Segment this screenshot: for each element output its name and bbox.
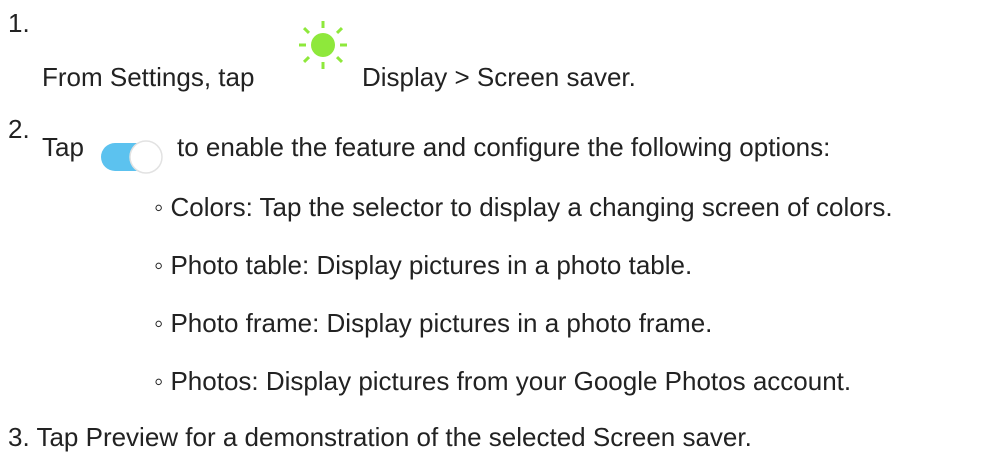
option-colors: ◦ Colors: Tap the selector to display a … — [154, 192, 893, 222]
bullet: ◦ — [154, 192, 164, 222]
option-text: Colors: Tap the selector to display a ch… — [170, 192, 893, 222]
option-photos: ◦ Photos: Display pictures from your Goo… — [154, 366, 851, 396]
option-text: Photo frame: Display pictures in a photo… — [170, 308, 713, 338]
step-3-text: Tap Preview for a demonstration of the s… — [36, 422, 752, 452]
display-sun-icon — [283, 21, 363, 81]
step-2-prefix: Tap — [42, 132, 84, 162]
step-1-prefix: From Settings, tap — [42, 62, 255, 92]
step-1-number: 1. — [8, 8, 30, 38]
bullet: ◦ — [154, 250, 164, 280]
bullet: ◦ — [154, 366, 164, 396]
option-text: Photo table: Display pictures in a photo… — [170, 250, 693, 280]
instructions: 1. From Settings, tap Display > Screen s… — [0, 0, 986, 457]
toggle-switch-icon — [101, 139, 165, 175]
option-photo-frame: ◦ Photo frame: Display pictures in a pho… — [154, 308, 712, 338]
option-text: Photos: Display pictures from your Googl… — [170, 366, 852, 396]
step-2-number: 2. — [8, 114, 30, 144]
bullet: ◦ — [154, 308, 164, 338]
option-photo-table: ◦ Photo table: Display pictures in a pho… — [154, 250, 692, 280]
step-3-number: 3. — [8, 422, 30, 452]
step-2-suffix: to enable the feature and configure the … — [177, 132, 831, 162]
step-3: 3. Tap Preview for a demonstration of th… — [8, 422, 752, 452]
step-1-suffix: Display > Screen saver. — [362, 62, 636, 92]
